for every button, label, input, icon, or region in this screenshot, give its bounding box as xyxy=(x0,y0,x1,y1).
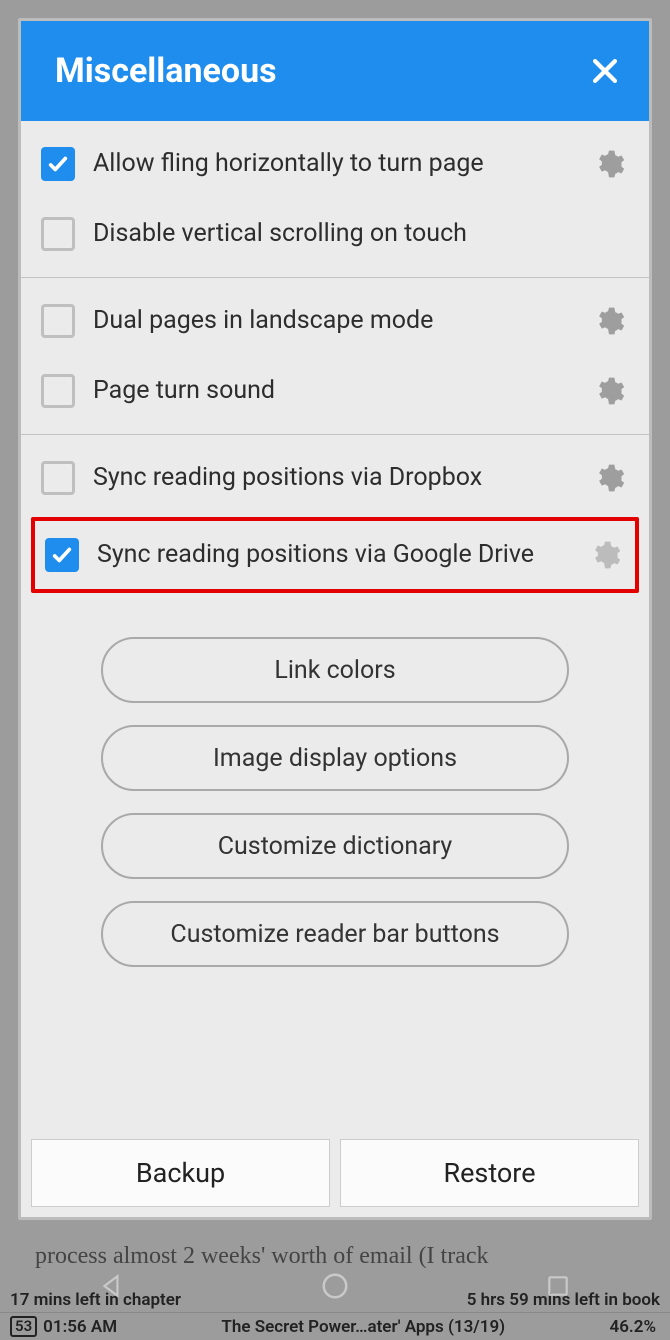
dialog-title: Miscellaneous xyxy=(55,51,277,91)
row-sync-dropbox[interactable]: Sync reading positions via Dropbox xyxy=(21,443,649,513)
battery-icon: 53 xyxy=(10,1316,37,1337)
bg-mins-left-chapter: 17 mins left in chapter xyxy=(10,1290,181,1310)
row-page-turn-sound[interactable]: Page turn sound xyxy=(21,356,649,426)
gear-sync-dropbox[interactable] xyxy=(589,458,629,498)
restore-button[interactable]: Restore xyxy=(340,1139,639,1207)
checkbox-sync-dropbox[interactable] xyxy=(41,461,75,495)
label-sync-gdrive: Sync reading positions via Google Drive xyxy=(97,539,577,570)
row-sync-gdrive-highlighted[interactable]: Sync reading positions via Google Drive xyxy=(31,517,639,593)
gear-dual-pages[interactable] xyxy=(589,301,629,341)
label-dual-pages: Dual pages in landscape mode xyxy=(93,305,581,336)
gear-sync-gdrive[interactable] xyxy=(585,535,625,575)
button-customize-reader-bar[interactable]: Customize reader bar buttons xyxy=(101,901,569,967)
section-fling: Allow fling horizontally to turn page Di… xyxy=(21,121,649,278)
row-allow-fling[interactable]: Allow fling horizontally to turn page xyxy=(21,129,649,199)
checkbox-disable-vscroll[interactable] xyxy=(41,217,75,251)
button-link-colors[interactable]: Link colors xyxy=(101,637,569,703)
bg-time: 01:56 AM xyxy=(43,1317,117,1337)
button-stack: Link colors Image display options Custom… xyxy=(21,597,649,967)
gear-page-turn-sound[interactable] xyxy=(589,371,629,411)
section-pages: Dual pages in landscape mode Page turn s… xyxy=(21,278,649,435)
miscellaneous-dialog: Miscellaneous Allow fling horizontally t… xyxy=(18,18,652,1220)
button-image-display-options[interactable]: Image display options xyxy=(101,725,569,791)
button-customize-dictionary[interactable]: Customize dictionary xyxy=(101,813,569,879)
checkbox-dual-pages[interactable] xyxy=(41,304,75,338)
close-button[interactable] xyxy=(585,51,625,91)
bg-progress: 46.2% xyxy=(609,1317,670,1337)
gear-allow-fling[interactable] xyxy=(589,144,629,184)
bg-partial-text: process almost 2 weeks' worth of email (… xyxy=(35,1243,635,1270)
label-page-turn-sound: Page turn sound xyxy=(93,375,581,406)
bg-book-title: The Secret Power…ater' Apps (13/19) xyxy=(117,1317,609,1337)
row-disable-vscroll[interactable]: Disable vertical scrolling on touch xyxy=(21,199,649,269)
checkbox-page-turn-sound[interactable] xyxy=(41,374,75,408)
dialog-footer: Backup Restore xyxy=(21,1129,649,1217)
label-sync-dropbox: Sync reading positions via Dropbox xyxy=(93,462,581,493)
checkbox-allow-fling[interactable] xyxy=(41,147,75,181)
backup-button[interactable]: Backup xyxy=(31,1139,330,1207)
bg-hrs-left-book: 5 hrs 59 mins left in book xyxy=(467,1290,660,1310)
checkbox-sync-gdrive[interactable] xyxy=(45,538,79,572)
label-disable-vscroll: Disable vertical scrolling on touch xyxy=(93,218,629,249)
label-allow-fling: Allow fling horizontally to turn page xyxy=(93,148,581,179)
row-dual-pages[interactable]: Dual pages in landscape mode xyxy=(21,286,649,356)
dialog-header: Miscellaneous xyxy=(21,21,649,121)
section-sync: Sync reading positions via Dropbox Sync … xyxy=(21,435,649,1129)
